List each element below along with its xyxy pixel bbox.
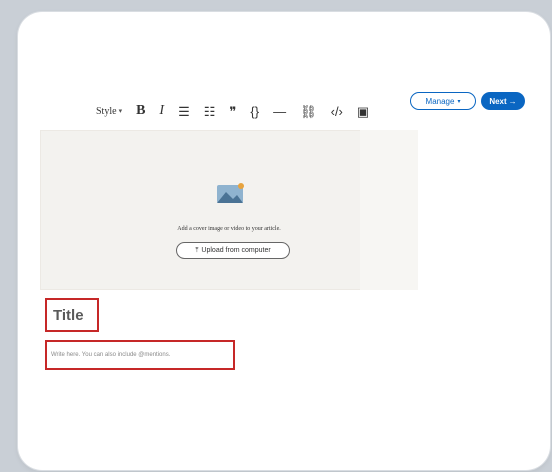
formatting-toolbar: Style ▾ B I ☰ ☷ ❞ {} — ⛓ ‹/› ▣ xyxy=(96,98,369,124)
cover-side-panel xyxy=(360,130,418,290)
image-icon[interactable]: ▣ xyxy=(357,105,369,118)
bulleted-list-icon[interactable]: ☰ xyxy=(178,105,190,118)
arrow-right-icon: → xyxy=(508,96,517,106)
code-block-icon[interactable]: {} xyxy=(250,105,259,118)
embed-code-icon[interactable]: ‹/› xyxy=(331,105,343,118)
title-field[interactable]: Title xyxy=(45,298,99,332)
quote-icon[interactable]: ❞ xyxy=(229,105,236,118)
body-placeholder: Write here. You can also include @mentio… xyxy=(51,352,171,358)
bold-button[interactable]: B xyxy=(136,104,145,118)
next-button-label: Next xyxy=(489,96,507,106)
title-placeholder: Title xyxy=(53,306,84,324)
style-dropdown[interactable]: Style ▾ xyxy=(96,106,122,117)
italic-button[interactable]: I xyxy=(159,104,164,118)
upload-from-computer-button[interactable]: ⤒ Upload from computer xyxy=(176,242,290,259)
chevron-down-icon: ▾ xyxy=(118,107,123,115)
next-button[interactable]: Next → xyxy=(481,92,525,110)
upload-icon: ⤒ xyxy=(195,246,199,254)
divider-icon[interactable]: — xyxy=(273,105,286,118)
chevron-down-icon: ▾ xyxy=(457,98,461,105)
upload-button-label: Upload from computer xyxy=(201,247,271,254)
numbered-list-icon[interactable]: ☷ xyxy=(204,105,216,118)
body-text-field[interactable]: Write here. You can also include @mentio… xyxy=(45,340,235,370)
article-editor-card: Style ▾ B I ☰ ☷ ❞ {} — ⛓ ‹/› ▣ Manage ▾ … xyxy=(18,12,550,470)
manage-button-label: Manage xyxy=(425,96,455,106)
link-icon[interactable]: ⛓ xyxy=(300,105,317,118)
image-placeholder-icon xyxy=(217,183,244,203)
manage-button[interactable]: Manage ▾ xyxy=(410,92,476,110)
style-dropdown-label: Style xyxy=(96,105,117,117)
